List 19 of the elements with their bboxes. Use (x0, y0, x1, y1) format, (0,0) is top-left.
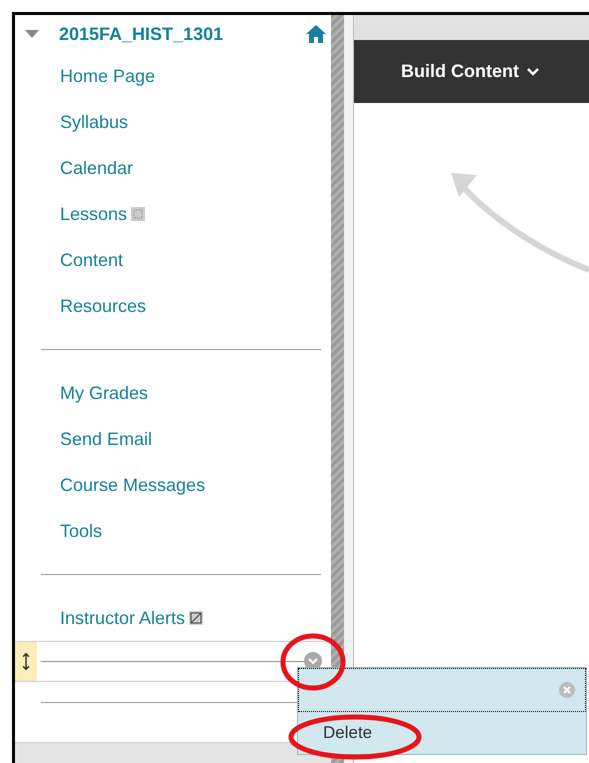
menu-link[interactable]: Home Page (60, 62, 156, 90)
menu-link[interactable]: Resources (60, 292, 146, 320)
menu-link[interactable]: Content (60, 246, 124, 274)
collapse-triangle-icon[interactable] (25, 29, 39, 39)
highlight-ring (280, 633, 346, 691)
course-title[interactable]: 2015FA_HIST_1301 (59, 20, 224, 48)
menu-link[interactable]: Calendar (60, 154, 134, 182)
menu-link[interactable]: My Grades (60, 380, 148, 406)
slashed-box-icon (189, 611, 204, 625)
menu-link[interactable]: Instructor Alerts (60, 604, 186, 632)
grid-icon (131, 207, 146, 221)
chevron-down-icon (526, 68, 539, 76)
menu-link[interactable]: Syllabus (60, 108, 128, 136)
menu-link[interactable]: Lessons (60, 200, 128, 228)
menu-link[interactable]: Send Email (60, 426, 152, 452)
drag-handle-icon[interactable] (15, 642, 37, 681)
home-icon[interactable] (305, 24, 327, 44)
menu-link[interactable]: Course Messages (60, 472, 206, 498)
menu-link[interactable]: Tools (60, 518, 102, 544)
